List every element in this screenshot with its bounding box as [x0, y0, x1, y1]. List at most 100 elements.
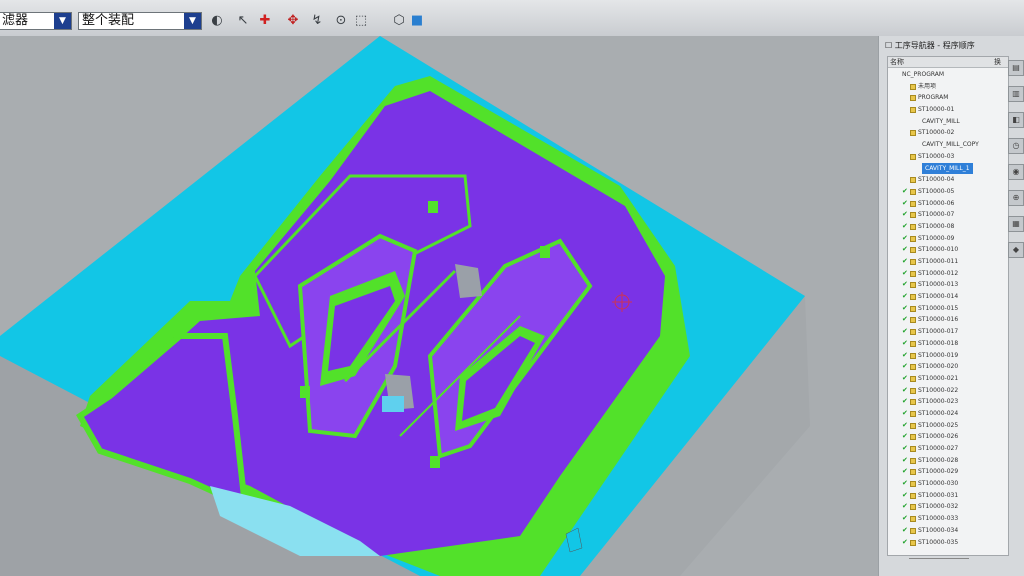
- status-check-icon: ✔: [902, 292, 908, 301]
- tree-row-label: ST10000-034: [918, 526, 959, 534]
- tree-row[interactable]: CAVITY_MILL: [888, 116, 1008, 128]
- assembly-navigator-icon[interactable]: ▤: [1008, 60, 1024, 76]
- graphics-viewport[interactable]: [0, 36, 880, 576]
- tree-row[interactable]: ✔ ST10000-016: [888, 314, 1008, 326]
- system-materials-icon[interactable]: ◆: [1008, 242, 1024, 258]
- tree-row[interactable]: ✔ ST10000-024: [888, 408, 1008, 420]
- view-center-icon[interactable]: ⊙: [332, 12, 350, 30]
- tree-row[interactable]: ✔ ST10000-011: [888, 256, 1008, 268]
- folder-icon: [910, 200, 916, 207]
- machine-tool-icon[interactable]: ◧: [1008, 112, 1024, 128]
- folder-icon: [910, 294, 916, 301]
- boss: [428, 201, 438, 213]
- col-name-header[interactable]: 名称: [890, 58, 904, 66]
- status-check-icon: ✔: [902, 221, 908, 230]
- tree-row[interactable]: ST10000-01: [888, 104, 1008, 116]
- tree-row[interactable]: ✔ ST10000-013: [888, 279, 1008, 291]
- status-check-icon: ✔: [902, 233, 908, 242]
- tree-row[interactable]: ✔ ST10000-019: [888, 350, 1008, 362]
- tree-row[interactable]: ✔ ST10000-09: [888, 233, 1008, 245]
- snap-icon[interactable]: ↯: [308, 12, 326, 30]
- folder-icon: [910, 527, 916, 534]
- chevron-down-icon[interactable]: ▼: [184, 13, 201, 29]
- tree-row[interactable]: ✔ ST10000-029: [888, 466, 1008, 478]
- tree-row-label: ST10000-06: [918, 199, 955, 207]
- col-flag-header[interactable]: 换: [994, 57, 1001, 68]
- selection-filter-combo[interactable]: 滤器 ▼: [0, 12, 72, 30]
- status-check-icon: ✔: [902, 257, 908, 265]
- render-icon[interactable]: ◐: [208, 12, 226, 30]
- view-cube-icon[interactable]: ⬡: [390, 12, 408, 30]
- roles-icon[interactable]: ◉: [1008, 164, 1024, 180]
- tree-row[interactable]: ✔ ST10000-05: [888, 186, 1008, 198]
- tree-row[interactable]: CAVITY_MILL_COPY: [888, 139, 1008, 151]
- web-browser-icon[interactable]: ⊕: [1008, 190, 1024, 206]
- tree-row-label: ST10000-018: [918, 339, 959, 347]
- folder-icon: [910, 270, 916, 277]
- status-check-icon: ✔: [902, 444, 908, 452]
- tree-row[interactable]: ✔ ST10000-032: [888, 501, 1008, 513]
- tree-row[interactable]: ✔ ST10000-021: [888, 373, 1008, 385]
- palette-icon[interactable]: ▦: [1008, 216, 1024, 232]
- tree-row[interactable]: ✔ ST10000-034: [888, 525, 1008, 537]
- tree-row[interactable]: ✔ ST10000-033: [888, 513, 1008, 525]
- tree-row[interactable]: 未用项: [888, 81, 1008, 93]
- tree-row[interactable]: ✔ ST10000-027: [888, 443, 1008, 455]
- folder-icon: [910, 95, 916, 102]
- tree-row[interactable]: ✔ ST10000-08: [888, 221, 1008, 233]
- tree-row[interactable]: ✔ ST10000-010: [888, 244, 1008, 256]
- folder-icon: [910, 364, 916, 371]
- operation-navigator-icon[interactable]: ▥: [1008, 86, 1024, 102]
- history-icon[interactable]: ◷: [1008, 138, 1024, 154]
- move-icon[interactable]: ✥: [284, 12, 302, 30]
- tree-row[interactable]: ✔ ST10000-012: [888, 268, 1008, 280]
- folder-icon: [910, 434, 916, 441]
- tree-row[interactable]: ✔ ST10000-028: [888, 455, 1008, 467]
- tree-row-label: CAVITY_MILL_1: [922, 162, 973, 175]
- tree-row[interactable]: ✔ ST10000-023: [888, 396, 1008, 408]
- status-check-icon: ✔: [902, 432, 908, 441]
- tree-row[interactable]: ✔ ST10000-015: [888, 303, 1008, 315]
- folder-icon: [910, 516, 916, 523]
- tree-row[interactable]: ✔ ST10000-014: [888, 291, 1008, 303]
- status-check-icon: ✔: [902, 303, 908, 312]
- box-select-icon[interactable]: ⬚: [352, 12, 370, 30]
- tree-row[interactable]: PROGRAM: [888, 92, 1008, 104]
- folder-icon: [910, 352, 916, 359]
- status-check-icon: ✔: [902, 455, 908, 464]
- tree-row[interactable]: ✔ ST10000-026: [888, 431, 1008, 443]
- tree-row[interactable]: ST10000-04: [888, 174, 1008, 186]
- tree-row[interactable]: ST10000-02: [888, 127, 1008, 139]
- status-check-icon: ✔: [902, 467, 908, 476]
- tree-row[interactable]: ✔ ST10000-035: [888, 537, 1008, 549]
- tree-row-label: ST10000-033: [918, 515, 959, 523]
- tree-row[interactable]: ST10000-03: [888, 151, 1008, 163]
- tree-rows: NC_PROGRAM 未用项 PROGRAM ST10000-01 CAVITY_MIL…: [888, 69, 1008, 548]
- folder-icon: [910, 329, 916, 336]
- tree-row[interactable]: ✔ ST10000-07: [888, 209, 1008, 221]
- panel-divider: [909, 558, 969, 559]
- tree-row[interactable]: ✔ ST10000-025: [888, 420, 1008, 432]
- tree-row-label: ST10000-022: [918, 386, 959, 394]
- boss: [300, 386, 310, 398]
- tree-row[interactable]: ✔ ST10000-020: [888, 361, 1008, 373]
- operation-tree[interactable]: 名称 换 NC_PROGRAM 未用项 PROGRAM ST10000-01 CAVIT…: [887, 56, 1009, 556]
- selection-filter-value: 滤器: [2, 13, 29, 28]
- status-check-icon: ✔: [902, 514, 908, 523]
- chevron-down-icon[interactable]: ▼: [54, 13, 71, 29]
- tree-row[interactable]: CAVITY_MILL_1: [888, 162, 1008, 175]
- tree-row[interactable]: ✔ ST10000-017: [888, 326, 1008, 338]
- tree-row[interactable]: ✔ ST10000-018: [888, 338, 1008, 350]
- tree-row[interactable]: ✔ ST10000-030: [888, 478, 1008, 490]
- boss: [540, 246, 550, 258]
- assembly-scope-combo[interactable]: 整个装配 ▼: [78, 12, 202, 30]
- tree-row[interactable]: ✔ ST10000-06: [888, 198, 1008, 210]
- tree-row-label: ST10000-015: [918, 304, 959, 312]
- select-arrow-icon[interactable]: ↖: [234, 12, 252, 30]
- tree-row-label: ST10000-029: [918, 468, 959, 476]
- tree-row[interactable]: ✔ ST10000-031: [888, 490, 1008, 502]
- shaded-cube-icon[interactable]: ■: [408, 12, 426, 30]
- tree-row[interactable]: ✔ ST10000-022: [888, 385, 1008, 397]
- tree-row[interactable]: NC_PROGRAM: [888, 69, 1008, 81]
- snap-point-icon[interactable]: ✚: [256, 12, 274, 30]
